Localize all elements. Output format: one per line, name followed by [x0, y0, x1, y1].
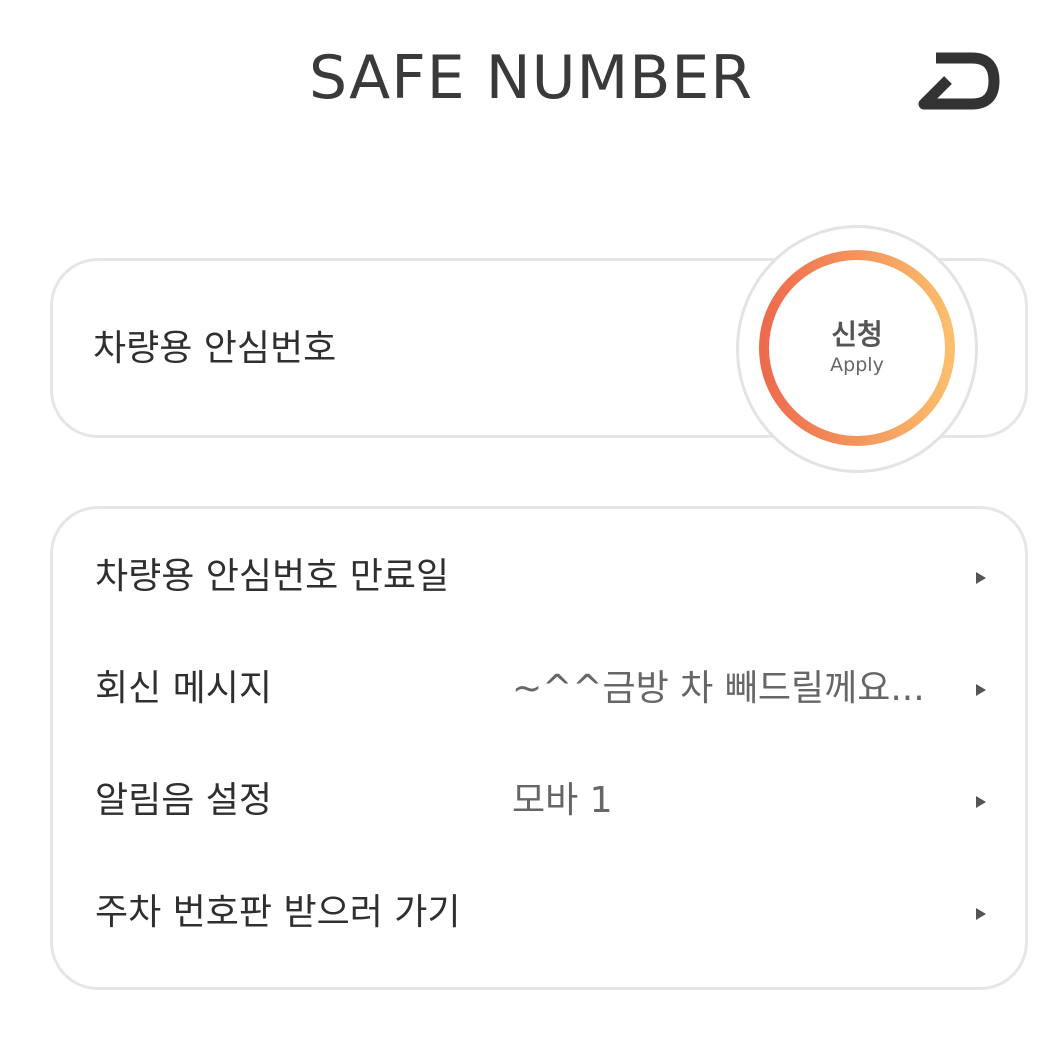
chevron-right-icon [975, 683, 987, 697]
chevron-right-icon [975, 907, 987, 921]
menu-item-value: ~^^금방 차 빼드릴께요... [512, 668, 925, 709]
back-button[interactable] [914, 46, 1004, 116]
menu-item-value: 모바 1 [512, 780, 613, 821]
back-arrow-icon [914, 46, 1004, 116]
menu-item-parking-plate[interactable]: 주차 번호판 받으러 가기 [50, 860, 1028, 972]
menu-item-expiry-date[interactable]: 차량용 안심번호 만료일 [50, 524, 1028, 636]
menu-item-label: 차량용 안심번호 만료일 [95, 556, 450, 597]
chevron-right-icon [975, 571, 987, 585]
menu-item-reply-message[interactable]: 회신 메시지 ~^^금방 차 빼드릴께요... [50, 636, 1028, 748]
apply-card-title: 차량용 안심번호 [93, 328, 337, 369]
menu-item-notification-sound[interactable]: 알림음 설정 모바 1 [50, 748, 1028, 860]
menu-item-label: 주차 번호판 받으러 가기 [95, 892, 461, 933]
apply-button[interactable]: 신청 Apply [758, 249, 956, 447]
menu-item-label: 회신 메시지 [95, 668, 273, 709]
page-title: SAFE NUMBER [308, 43, 754, 113]
menu-item-label: 알림음 설정 [95, 780, 273, 821]
chevron-right-icon [975, 795, 987, 809]
apply-label-ko: 신청 [831, 318, 883, 351]
apply-label-en: Apply [830, 354, 884, 376]
